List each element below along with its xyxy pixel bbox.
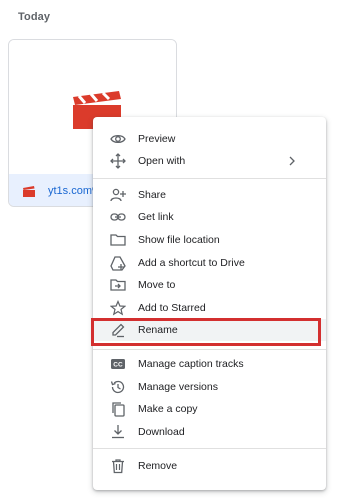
history-icon <box>110 379 126 395</box>
rename-highlight-box <box>91 318 321 346</box>
menu-item-add-to-starred[interactable]: Add to Starred <box>93 297 326 319</box>
drive-shortcut-icon <box>110 255 126 271</box>
menu-item-label: Manage caption tracks <box>138 358 244 370</box>
menu-item-label: Preview <box>138 133 176 145</box>
menu-item-share[interactable]: Share <box>93 184 326 206</box>
menu-item-remove[interactable]: Remove <box>93 455 326 477</box>
person-add-icon <box>110 187 126 203</box>
menu-item-add-shortcut[interactable]: Add a shortcut to Drive <box>93 252 326 274</box>
folder-icon <box>110 232 126 248</box>
menu-item-move-to[interactable]: Move to <box>93 274 326 296</box>
menu-item-show-file-location[interactable]: Show file location <box>93 229 326 251</box>
menu-item-label: Show file location <box>138 234 220 246</box>
menu-item-label: Make a copy <box>138 403 198 415</box>
menu-divider <box>93 349 326 350</box>
star-icon <box>110 300 126 316</box>
drive-page: Today yt1s.com% Preview Open with Share … <box>0 0 339 500</box>
context-menu: Preview Open with Share Get link Show fi… <box>93 117 326 490</box>
menu-item-label: Remove <box>138 460 178 472</box>
menu-divider <box>93 178 326 179</box>
section-heading: Today <box>18 11 51 23</box>
menu-item-preview[interactable]: Preview <box>93 128 326 150</box>
video-file-icon <box>22 185 36 197</box>
link-icon <box>110 209 126 225</box>
closed-captions-icon: CC <box>110 356 126 372</box>
menu-item-label: Get link <box>138 211 174 223</box>
menu-item-open-with[interactable]: Open with <box>93 150 326 172</box>
menu-item-download[interactable]: Download <box>93 421 326 443</box>
menu-item-manage-versions[interactable]: Manage versions <box>93 376 326 398</box>
menu-item-label: Add a shortcut to Drive <box>138 257 245 269</box>
copy-icon <box>110 401 126 417</box>
menu-item-make-a-copy[interactable]: Make a copy <box>93 398 326 420</box>
menu-divider <box>93 448 326 449</box>
menu-item-label: Manage versions <box>138 381 218 393</box>
menu-item-label: Open with <box>138 155 186 167</box>
menu-item-label: Add to Starred <box>138 302 206 314</box>
menu-item-label: Move to <box>138 279 176 291</box>
move-to-folder-icon <box>110 277 126 293</box>
svg-text:CC: CC <box>113 362 123 369</box>
menu-item-manage-caption-tracks[interactable]: CC Manage caption tracks <box>93 353 326 375</box>
menu-item-get-link[interactable]: Get link <box>93 206 326 228</box>
menu-item-label: Share <box>138 189 167 201</box>
chevron-right-icon <box>288 154 296 168</box>
eye-icon <box>110 131 126 147</box>
move-arrows-icon <box>110 153 126 169</box>
menu-item-label: Download <box>138 426 185 438</box>
download-icon <box>110 424 126 440</box>
trash-icon <box>110 458 126 474</box>
